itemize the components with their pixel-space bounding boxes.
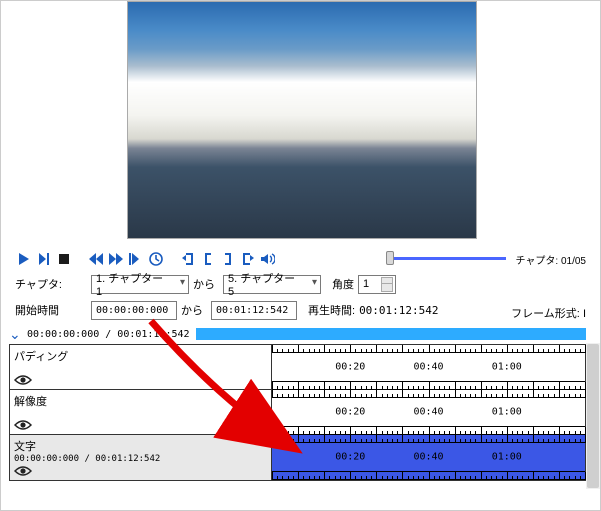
tracks-container: パディング 00:2000:4001:00 解像度 00:2000:4001:0… <box>9 344 586 481</box>
kara-label-1: から <box>193 276 219 292</box>
track-name: 文字 <box>14 438 267 454</box>
clock-button[interactable] <box>147 250 165 268</box>
preview-area <box>1 1 601 245</box>
mark-out-button[interactable] <box>239 250 257 268</box>
start-time-input[interactable]: 00:00:00:000 <box>91 301 177 320</box>
angle-label: 角度 <box>332 276 354 292</box>
timeline-overview-bar[interactable] <box>196 328 586 340</box>
track-header[interactable]: 文字 00:00:00:000 / 00:01:12:542 <box>10 435 272 480</box>
collapse-toggle[interactable]: ⌄ <box>9 329 27 339</box>
chapter-count: チャプタ: 01/05 <box>516 252 586 267</box>
track-row: 解像度 00:2000:4001:00 <box>10 390 585 435</box>
seek-slider[interactable] <box>386 253 506 263</box>
slider-thumb[interactable] <box>386 251 394 265</box>
track-name: 解像度 <box>14 393 267 409</box>
mark-in-button[interactable] <box>179 250 197 268</box>
stop-button[interactable] <box>55 250 73 268</box>
chapter-to-select[interactable]: 5. チャプター 5 <box>223 275 321 294</box>
fast-forward-button[interactable] <box>107 250 125 268</box>
track-subtime: 00:00:00:000 / 00:01:12:542 <box>14 454 267 464</box>
volume-button[interactable] <box>259 250 277 268</box>
controls-panel: チャプタ: 01/05 チャプタ: 1. チャプター 1 から 5. チャプター… <box>15 249 586 331</box>
playtime-value: 00:01:12:542 <box>359 304 438 317</box>
track-ruler[interactable]: 00:2000:4001:00 <box>272 345 585 390</box>
timeline-panel: ⌄ 00:00:00:000 / 00:01:12:542 パディング 00:2… <box>9 327 586 481</box>
scrollbar-thumb[interactable] <box>587 344 599 488</box>
playtime-label: 再生時間: <box>308 302 355 318</box>
start-time-label: 開始時間 <box>15 302 87 318</box>
bracket-right-button[interactable] <box>219 250 237 268</box>
video-preview <box>127 1 477 239</box>
chapter-label: チャプタ: <box>15 276 87 292</box>
next-button[interactable] <box>35 250 53 268</box>
kara-label-2: から <box>181 302 207 318</box>
track-row: パディング 00:2000:4001:00 <box>10 345 585 390</box>
eye-icon[interactable] <box>14 419 32 431</box>
timeline-header: ⌄ 00:00:00:000 / 00:01:12:542 <box>9 327 586 341</box>
track-body[interactable]: 00:2000:4001:00 <box>272 345 585 389</box>
track-header[interactable]: 解像度 <box>10 390 272 434</box>
track-body[interactable]: 00:2000:4001:00 <box>272 390 585 434</box>
timeline-time: 00:00:00:000 / 00:01:12:542 <box>27 329 190 340</box>
transport-bar: チャプタ: 01/05 <box>15 249 586 269</box>
track-row: 文字 00:00:00:000 / 00:01:12:542 00:2000:4… <box>10 435 585 480</box>
rewind-button[interactable] <box>87 250 105 268</box>
track-header[interactable]: パディング <box>10 345 272 389</box>
eye-icon[interactable] <box>14 465 32 477</box>
frame-format: フレーム形式: I <box>511 305 586 321</box>
track-body[interactable]: 00:2000:4001:00 <box>272 435 585 480</box>
bracket-left-button[interactable] <box>199 250 217 268</box>
tracks-scrollbar[interactable] <box>586 343 600 489</box>
angle-input[interactable]: 1 <box>358 275 396 294</box>
play-button[interactable] <box>15 250 33 268</box>
eye-icon[interactable] <box>14 374 32 386</box>
end-time-input[interactable]: 00:01:12:542 <box>211 301 297 320</box>
step-forward-button[interactable] <box>127 250 145 268</box>
track-name: パディング <box>14 348 267 364</box>
track-ruler[interactable]: 00:2000:4001:00 <box>272 390 585 435</box>
chapter-from-select[interactable]: 1. チャプター 1 <box>91 275 189 294</box>
track-ruler[interactable]: 00:2000:4001:00 <box>272 435 585 480</box>
